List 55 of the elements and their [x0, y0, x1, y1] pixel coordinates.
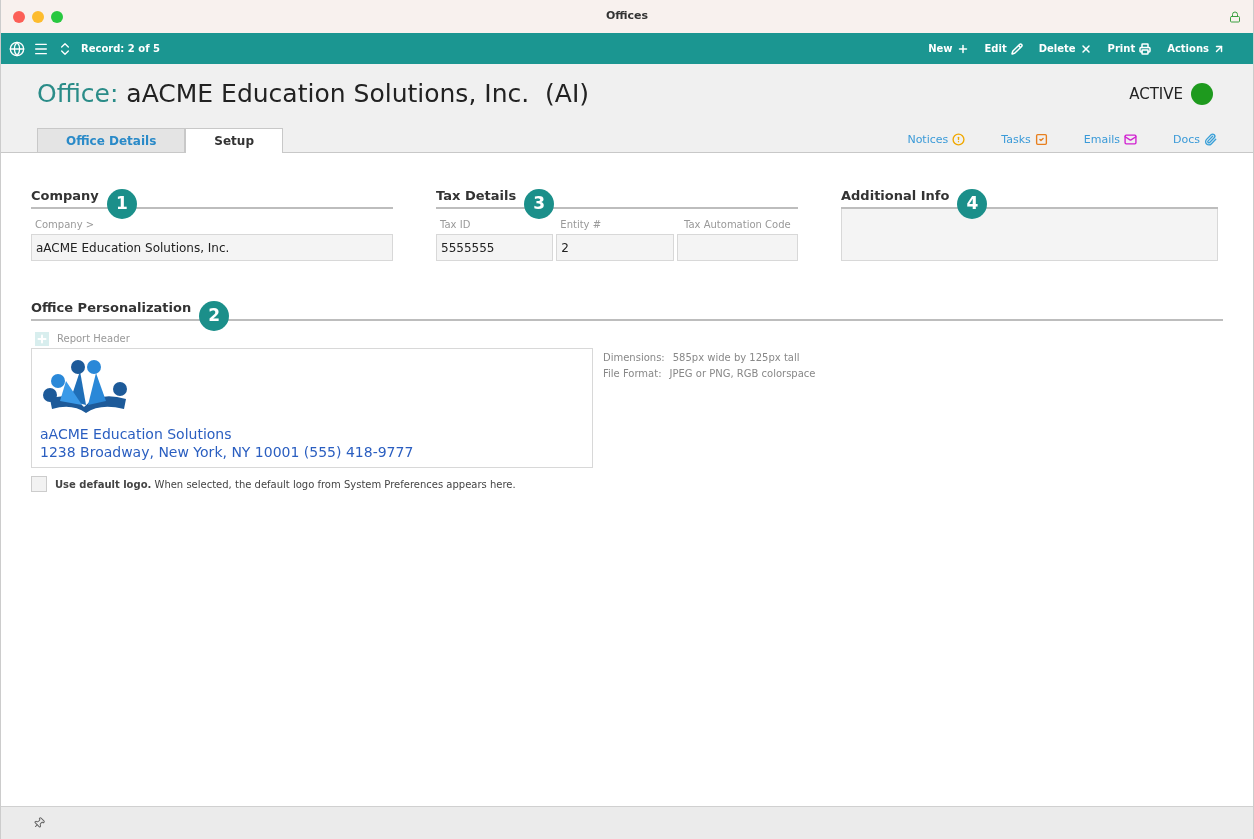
envelope-icon: [1124, 133, 1137, 147]
paperclip-icon: [1204, 133, 1217, 147]
additional-info-field[interactable]: [841, 209, 1218, 261]
toolbar-button[interactable]: Print: [1107, 41, 1152, 56]
spec-value: JPEG or PNG, RGB colorspace: [669, 367, 816, 381]
toolbar-button[interactable]: Delete: [1038, 41, 1092, 56]
window-title: Offices: [605, 8, 649, 25]
header-link[interactable]: Notices: [907, 131, 966, 148]
logo-text: 1238 Broadway, New York, NY 10001 (555) 418-9777: [40, 443, 415, 461]
status-label: ACTIVE: [1129, 83, 1183, 105]
section-title: Tax Details: [436, 186, 517, 205]
close-icon: [1079, 42, 1092, 55]
header-link[interactable]: Emails: [1083, 131, 1137, 148]
checkbox-icon: [1034, 133, 1048, 147]
step-badge: 3: [524, 189, 555, 219]
field-label: Report Header: [57, 332, 130, 346]
maximize-window-icon[interactable]: [51, 10, 63, 23]
header-link[interactable]: Docs: [1173, 131, 1217, 148]
section-title: Additional Info: [841, 186, 950, 205]
logo-text: aACME Education Solutions: [40, 425, 233, 443]
lock-icon: [1229, 10, 1241, 23]
spec-value: 585px wide by 125px tall: [672, 351, 800, 365]
plus-icon: [956, 42, 969, 55]
toolbar-button[interactable]: Edit: [984, 41, 1023, 56]
pencil-icon: [1010, 42, 1023, 55]
field-label: Company >: [35, 218, 96, 232]
checkbox[interactable]: [31, 476, 47, 492]
input-field[interactable]: [676, 234, 798, 261]
checkbox-label: Use default logo. When selected, the default logo from System Preferences appears here.: [55, 477, 516, 492]
section-title: Office Personalization: [31, 298, 192, 317]
alert-icon: [952, 133, 966, 147]
record-counter: Record: 2 of 5: [81, 42, 160, 56]
close-window-icon[interactable]: [13, 10, 25, 23]
add-icon[interactable]: [35, 331, 49, 346]
page-title: Office: aACME Education Solutions, Inc. (AI): [37, 78, 590, 111]
section-title: Company: [31, 186, 99, 205]
step-badge: 2: [199, 301, 230, 331]
step-badge: 4: [957, 189, 988, 219]
toolbar-button[interactable]: Actions: [1167, 41, 1225, 56]
step-badge: 1: [106, 189, 137, 219]
header-link[interactable]: Tasks: [1001, 131, 1048, 148]
globe-icon[interactable]: [9, 40, 25, 57]
company-field[interactable]: aACME Education Solutions, Inc.: [31, 234, 393, 261]
tab[interactable]: Office Details: [37, 128, 186, 152]
input-field[interactable]: 2: [556, 234, 674, 261]
field-label: Tax Automation Code: [683, 218, 792, 232]
input-field[interactable]: 5555555: [436, 234, 554, 261]
spec-label: File Format:: [603, 367, 662, 381]
field-label: Tax ID: [440, 218, 472, 232]
tab[interactable]: Setup: [185, 128, 283, 153]
spec-label: Dimensions:: [603, 351, 665, 365]
toolbar-button[interactable]: New: [928, 41, 969, 56]
minimize-window-icon[interactable]: [32, 10, 44, 23]
printer-icon: [1139, 42, 1152, 55]
field-label: Entity #: [560, 218, 603, 232]
